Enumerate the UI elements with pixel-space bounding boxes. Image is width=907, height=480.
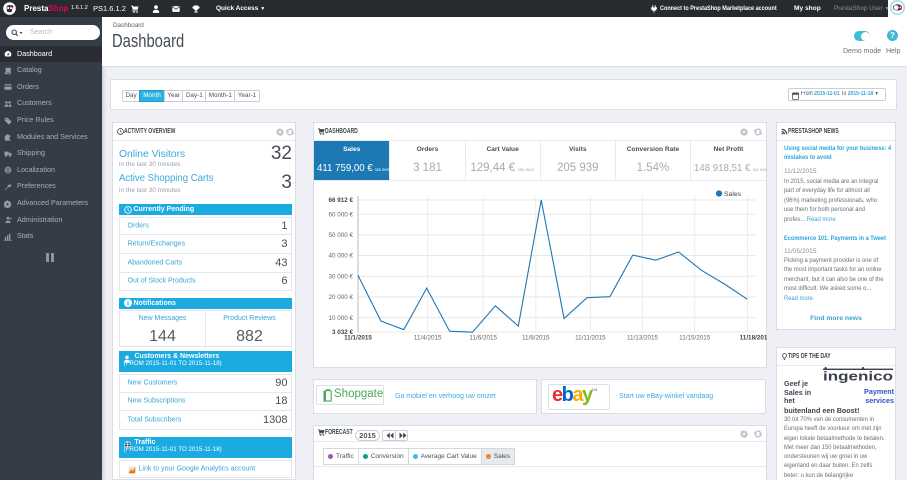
svg-text:20 000 €: 20 000 €: [328, 294, 353, 301]
svg-text:40 000 €: 40 000 €: [328, 253, 353, 260]
svg-text:11/6/2015: 11/6/2015: [469, 335, 497, 342]
svg-text:11/4/2015: 11/4/2015: [414, 335, 442, 342]
svg-text:11/18/201: 11/18/201: [740, 335, 767, 342]
svg-text:ingenico: ingenico: [823, 369, 893, 384]
svg-text:66 912 €: 66 912 €: [328, 197, 353, 204]
svg-text:11/11/2015: 11/11/2015: [575, 335, 606, 342]
svg-text:50 000 €: 50 000 €: [328, 232, 353, 239]
svg-text:11/8/2015: 11/8/2015: [522, 335, 550, 342]
svg-text:Sales: Sales: [724, 191, 742, 198]
svg-text:11/13/2015: 11/13/2015: [627, 335, 659, 342]
svg-text:11/15/2015: 11/15/2015: [679, 335, 711, 342]
svg-text:11/1/2015: 11/1/2015: [344, 335, 372, 342]
svg-text:10 000 €: 10 000 €: [328, 315, 353, 322]
svg-text:30 000 €: 30 000 €: [328, 273, 353, 280]
svg-text:60 000 €: 60 000 €: [328, 212, 353, 219]
